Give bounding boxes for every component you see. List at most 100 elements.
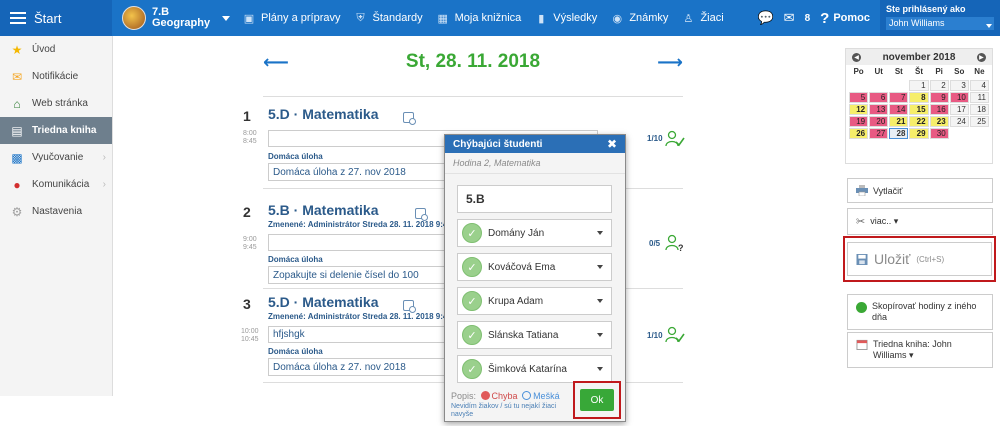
calendar-day[interactable]: 14: [889, 104, 909, 115]
calendar-day[interactable]: 10: [949, 92, 969, 103]
present-check-icon[interactable]: ✓: [462, 359, 482, 379]
sidebar-item-3[interactable]: ▤ Triedna kniha: [0, 117, 112, 144]
ok-button[interactable]: Ok: [580, 389, 614, 411]
user-menu[interactable]: Ste prihlásený ako John Williams: [880, 0, 1000, 36]
lesson-number: 2: [243, 204, 251, 220]
calendar-day[interactable]: 18: [969, 104, 989, 115]
nav-item-5[interactable]: ♙ Žiaci: [681, 12, 724, 25]
student-row[interactable]: ✓ Šimková Katarína: [457, 355, 612, 383]
chevron-down-icon[interactable]: [597, 299, 603, 303]
calendar-day[interactable]: 25: [969, 116, 989, 127]
library-icon: ▦: [437, 12, 448, 25]
lesson-detail-icon[interactable]: [415, 208, 428, 221]
calendar-day[interactable]: 20: [869, 116, 889, 127]
lesson-title[interactable]: 5.B · Matematika: [268, 202, 378, 218]
present-check-icon[interactable]: ✓: [462, 325, 482, 345]
student-row[interactable]: ✓ Krupa Adam: [457, 287, 612, 315]
next-month-icon[interactable]: ▶: [976, 52, 986, 62]
chevron-down-icon: [986, 24, 992, 28]
start-menu-button[interactable]: Štart: [0, 0, 112, 36]
calendar-day[interactable]: 4: [969, 80, 989, 91]
sidebar-item-1[interactable]: ✉ Notifikácie: [0, 63, 112, 90]
plans-icon: ▣: [243, 12, 255, 25]
sidebar-item-6[interactable]: ⚙ Nastavenia: [0, 198, 112, 225]
tools-icon: ✂: [856, 216, 866, 228]
next-day-arrow-icon[interactable]: ⟶: [657, 52, 683, 73]
present-check-icon[interactable]: ✓: [462, 257, 482, 277]
nav-item-3[interactable]: ▮ Výsledky: [534, 12, 597, 25]
class-subject: Geography: [152, 17, 211, 29]
calendar-day[interactable]: 9: [929, 92, 949, 103]
calendar-day[interactable]: 7: [889, 92, 909, 103]
calendar-day[interactable]: 8: [909, 92, 929, 103]
calendar-weekday: Pi: [935, 67, 943, 76]
user-label: Ste prihlásený ako: [886, 4, 966, 14]
help-button[interactable]: ? Pomoc: [820, 10, 870, 27]
chevron-down-icon[interactable]: [597, 367, 603, 371]
nav-item-2[interactable]: ▦ Moja knižnica: [436, 12, 521, 25]
class-book-owner-button[interactable]: Triedna kniha: John Williams ▾: [847, 332, 993, 368]
calendar-day[interactable]: 21: [889, 116, 909, 127]
calendar-day[interactable]: 27: [869, 128, 889, 139]
calendar-day[interactable]: 12: [849, 104, 869, 115]
sidebar-item-2[interactable]: ⌂ Web stránka: [0, 90, 112, 117]
lesson-detail-icon[interactable]: [403, 112, 416, 125]
attendance-check-icon[interactable]: [665, 326, 685, 344]
students-icon: ♙: [683, 12, 694, 25]
book-icon: ▤: [11, 123, 23, 138]
present-check-icon[interactable]: ✓: [462, 291, 482, 311]
dialog-subtitle: Hodina 2, Matematika: [445, 153, 625, 174]
chevron-down-icon[interactable]: [597, 231, 603, 235]
prev-day-arrow-icon[interactable]: ⟵: [263, 52, 289, 73]
lesson-title[interactable]: 5.D · Matematika: [268, 106, 378, 122]
close-icon[interactable]: ✖: [607, 137, 617, 151]
sidebar-item-5[interactable]: ● Komunikácia ›: [0, 171, 112, 198]
calendar-day[interactable]: 24: [949, 116, 969, 127]
sidebar-item-4[interactable]: ▩ Vyučovanie ›: [0, 144, 112, 171]
chat-icon: ●: [13, 177, 21, 192]
calendar-day[interactable]: 23: [929, 116, 949, 127]
prev-month-icon[interactable]: ◀: [852, 52, 861, 62]
calendar-day[interactable]: 28: [889, 128, 909, 139]
chat-icon[interactable]: 💬: [757, 10, 773, 26]
attendance-unknown-icon[interactable]: ?: [665, 234, 685, 252]
calendar-day[interactable]: 3: [949, 80, 969, 91]
missing-students-dialog: Chýbajúci študenti ✖ Hodina 2, Matematik…: [444, 134, 626, 422]
sidebar-item-0[interactable]: ★ Úvod: [0, 36, 112, 63]
calendar-day[interactable]: 15: [909, 104, 929, 115]
print-button[interactable]: Vytlačiť: [847, 178, 993, 203]
student-row[interactable]: ✓ Slánska Tatiana: [457, 321, 612, 349]
mail-icon[interactable]: ✉: [784, 10, 795, 26]
copy-lessons-button[interactable]: Skopírovať hodiny z iného dňa: [847, 294, 993, 330]
lesson-detail-icon[interactable]: [403, 300, 416, 313]
calendar-day[interactable]: 17: [949, 104, 969, 115]
nav-item-4[interactable]: ◉ Známky: [610, 12, 669, 25]
more-button[interactable]: ✂ viac.. ▾: [847, 208, 993, 235]
calendar-day[interactable]: 13: [869, 104, 889, 115]
calendar-day[interactable]: 16: [929, 104, 949, 115]
calendar-day[interactable]: 2: [929, 80, 949, 91]
class-selector[interactable]: 7.B Geography: [122, 6, 232, 30]
calendar-day[interactable]: 19: [849, 116, 869, 127]
chevron-right-icon: ›: [102, 179, 106, 190]
student-row[interactable]: ✓ Kováčová Ema: [457, 253, 612, 281]
present-check-icon[interactable]: ✓: [462, 223, 482, 243]
calendar-day[interactable]: 11: [969, 92, 989, 103]
calendar-day[interactable]: 1: [909, 80, 929, 91]
student-row[interactable]: ✓ Domány Ján: [457, 219, 612, 247]
calendar-day[interactable]: 30: [929, 128, 949, 139]
dialog-class-name: 5.B: [457, 185, 612, 213]
nav-item-1[interactable]: ⛨ Štandardy: [353, 12, 422, 25]
chevron-down-icon[interactable]: [597, 265, 603, 269]
calendar-day[interactable]: 29: [909, 128, 929, 139]
attendance-check-icon[interactable]: [665, 130, 685, 148]
nav-item-0[interactable]: ▣ Plány a prípravy: [242, 12, 341, 25]
calendar-day[interactable]: 6: [869, 92, 889, 103]
lesson-title[interactable]: 5.D · Matematika: [268, 294, 378, 310]
calendar-day[interactable]: 5: [849, 92, 869, 103]
chevron-down-icon[interactable]: [597, 333, 603, 337]
save-button[interactable]: Uložiť (Ctrl+S): [847, 242, 992, 276]
calendar-day[interactable]: 22: [909, 116, 929, 127]
missing-students-link[interactable]: Nevidím žiakov / sú tu nejakí žiaci navy…: [451, 403, 566, 419]
calendar-day[interactable]: 26: [849, 128, 869, 139]
